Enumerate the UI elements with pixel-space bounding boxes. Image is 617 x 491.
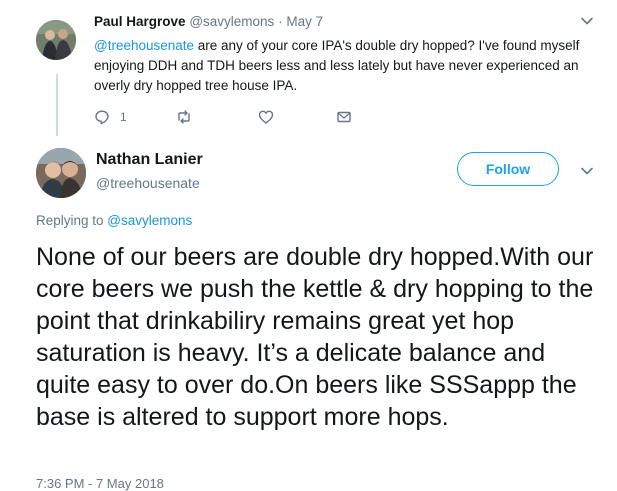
parent-tweet-date[interactable]: May 7 [286,14,323,29]
parent-author-name[interactable]: Paul Hargrove [94,14,186,29]
like-action[interactable] [258,108,274,126]
heart-icon [258,110,274,124]
parent-tweet-header: Paul Hargrove @savylemons · May 7 [94,14,323,29]
parent-author-handle[interactable]: @savylemons [189,14,274,29]
reply-icon [95,110,109,125]
nathan-lanier-avatar[interactable] [36,148,86,198]
main-author-name[interactable]: Nathan Lanier [96,151,203,169]
main-tweet-text: None of our beers are double dry hopped.… [36,243,594,431]
retweet-icon [178,110,190,124]
chevron-down-icon[interactable] [580,14,594,28]
paul-hargrove-avatar[interactable] [36,20,76,60]
main-author-handle[interactable]: @treehousenate [96,175,200,191]
parent-mention-link[interactable]: @treehousenate [94,38,194,53]
replying-to-handle-link[interactable]: @savylemons [107,213,192,228]
chevron-down-icon[interactable] [580,164,594,178]
reply-action[interactable]: 1 [94,108,127,126]
direct-message-action[interactable] [336,108,352,126]
reply-count: 1 [120,110,127,124]
header-separator: · [278,14,283,29]
parent-tweet-actions: 1 [94,108,364,126]
follow-button[interactable]: Follow [457,152,559,186]
envelope-icon [337,111,351,123]
retweet-action[interactable] [176,108,192,126]
thread-connector-line [56,74,58,136]
replying-to-line: Replying to @savylemons [36,213,192,228]
parent-tweet-text: @treehousenate are any of your core IPA'… [94,36,604,96]
replying-to-label: Replying to [36,213,108,228]
